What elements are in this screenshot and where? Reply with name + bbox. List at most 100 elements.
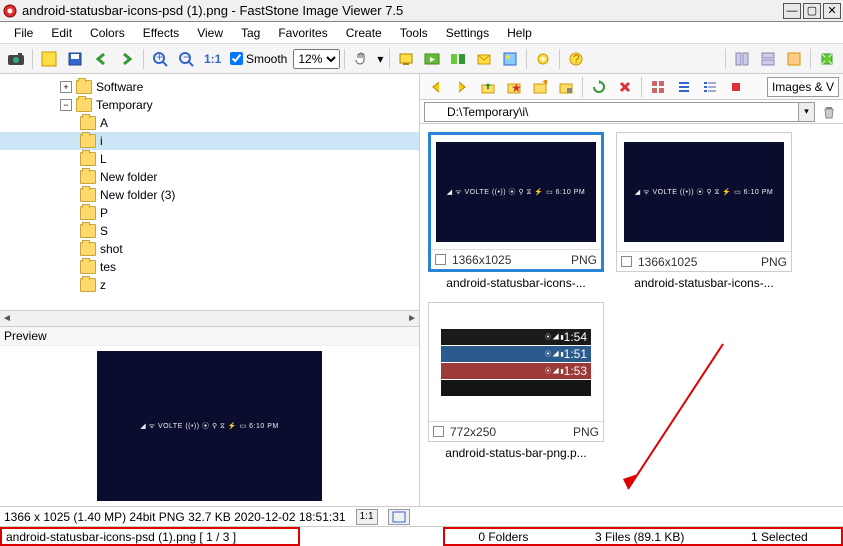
menu-edit[interactable]: Edit bbox=[43, 24, 80, 42]
menu-view[interactable]: View bbox=[189, 24, 231, 42]
file-count: 3 Files (89.1 KB) bbox=[595, 530, 684, 544]
nav-back-icon[interactable] bbox=[424, 75, 448, 99]
layout1-icon[interactable] bbox=[730, 47, 754, 71]
fit-button[interactable] bbox=[388, 509, 410, 525]
folder-icon bbox=[80, 188, 96, 202]
tree-item[interactable]: +Software bbox=[0, 78, 419, 96]
thumbnail-item[interactable]: ⦿ ◢ ▮ 1:54 ⦿ ◢ ▮ 1:51 ⦿ ◢ ▮ 1:53 772x250… bbox=[428, 302, 604, 460]
settings-icon[interactable] bbox=[531, 47, 555, 71]
tree-item[interactable]: L bbox=[0, 150, 419, 168]
zoom-ratio-button[interactable]: 1:1 bbox=[356, 509, 378, 525]
zoom-out-icon[interactable]: − bbox=[174, 47, 198, 71]
screen-icon[interactable] bbox=[394, 47, 418, 71]
minimize-button[interactable]: — bbox=[783, 3, 801, 19]
current-file-text: android-statusbar-icons-psd (1).png [ 1 … bbox=[6, 530, 236, 544]
tree-scrollbar[interactable]: ◄► bbox=[0, 310, 419, 326]
stop-icon[interactable] bbox=[724, 75, 748, 99]
collapse-icon[interactable]: − bbox=[60, 99, 72, 111]
trash-icon[interactable] bbox=[819, 102, 839, 122]
locked-folder-icon[interactable] bbox=[554, 75, 578, 99]
tree-item[interactable]: New folder (3) bbox=[0, 186, 419, 204]
tree-item[interactable]: New folder bbox=[0, 168, 419, 186]
selected-count: 1 Selected bbox=[751, 530, 808, 544]
expand-icon[interactable]: + bbox=[60, 81, 72, 93]
tree-item[interactable]: P bbox=[0, 204, 419, 222]
thumbnail-grid: ◢ ᯤ VOLTE ((•)) ⦿ ⚲ ⧖ ⚡ ▭ 6:10 PM 1366x1… bbox=[420, 124, 843, 506]
menu-favorites[interactable]: Favorites bbox=[270, 24, 335, 42]
thumbnail-item[interactable]: ◢ ᯤ VOLTE ((•)) ⦿ ⚲ ⧖ ⚡ ▭ 6:10 PM 1366x1… bbox=[616, 132, 792, 290]
preview-body[interactable]: ◢ ᯤ VOLTE ((•)) ⦿ ⚲ ⧖ ⚡ ▭ 6:10 PM bbox=[0, 346, 419, 506]
menu-settings[interactable]: Settings bbox=[438, 24, 497, 42]
close-button[interactable]: ✕ bbox=[823, 3, 841, 19]
wallpaper-icon[interactable] bbox=[498, 47, 522, 71]
zoom-in-icon[interactable]: + bbox=[148, 47, 172, 71]
menu-colors[interactable]: Colors bbox=[82, 24, 133, 42]
menu-create[interactable]: Create bbox=[338, 24, 390, 42]
forward-icon[interactable] bbox=[115, 47, 139, 71]
thumbnail-item[interactable]: ◢ ᯤ VOLTE ((•)) ⦿ ⚲ ⧖ ⚡ ▭ 6:10 PM 1366x1… bbox=[428, 132, 604, 290]
list-view-icon[interactable] bbox=[672, 75, 696, 99]
folder-icon bbox=[80, 278, 96, 292]
hand-icon[interactable] bbox=[349, 47, 373, 71]
layout2-icon[interactable] bbox=[756, 47, 780, 71]
email-icon[interactable] bbox=[472, 47, 496, 71]
folder-icon bbox=[80, 224, 96, 238]
thumbnails-view-icon[interactable] bbox=[646, 75, 670, 99]
app-icon bbox=[2, 3, 18, 19]
refresh-icon[interactable] bbox=[587, 75, 611, 99]
menu-help[interactable]: Help bbox=[499, 24, 540, 42]
help-icon[interactable]: ? bbox=[564, 47, 588, 71]
view-icon[interactable] bbox=[37, 47, 61, 71]
svg-text:1:1: 1:1 bbox=[204, 52, 221, 66]
folder-icon bbox=[80, 116, 96, 130]
tree-item-selected[interactable]: i bbox=[0, 132, 419, 150]
path-dropdown-button[interactable]: ▾ bbox=[799, 102, 815, 122]
up-folder-icon[interactable] bbox=[476, 75, 500, 99]
thumbnail-caption: android-status-bar-png.p... bbox=[445, 446, 586, 460]
compare-icon[interactable] bbox=[446, 47, 470, 71]
tree-item[interactable]: S bbox=[0, 222, 419, 240]
smooth-checkbox[interactable] bbox=[230, 52, 243, 65]
path-input[interactable] bbox=[424, 102, 799, 122]
browser-toolbar: ★ ✦ Images & V bbox=[420, 74, 843, 100]
menu-tools[interactable]: Tools bbox=[392, 24, 436, 42]
preview-content-text: ◢ ᯤ VOLTE ((•)) ⦿ ⚲ ⧖ ⚡ ▭ 6:10 PM bbox=[140, 421, 278, 431]
smooth-toggle[interactable]: Smooth bbox=[230, 52, 287, 66]
details-view-icon[interactable] bbox=[698, 75, 722, 99]
folder-count: 0 Folders bbox=[478, 530, 528, 544]
tag-checkbox[interactable] bbox=[433, 426, 444, 437]
tag-checkbox[interactable] bbox=[435, 254, 446, 265]
new-folder-icon[interactable]: ✦ bbox=[528, 75, 552, 99]
maximize-button[interactable]: ▢ bbox=[803, 3, 821, 19]
acquire-icon[interactable] bbox=[4, 47, 28, 71]
folder-tree[interactable]: +Software −Temporary A i L New folder Ne… bbox=[0, 74, 419, 310]
fullscreen-icon[interactable] bbox=[815, 47, 839, 71]
folder-icon bbox=[80, 170, 96, 184]
title-bar: android-statusbar-icons-psd (1).png - Fa… bbox=[0, 0, 843, 22]
favorite-folder-icon[interactable]: ★ bbox=[502, 75, 526, 99]
nav-forward-icon[interactable] bbox=[450, 75, 474, 99]
chevron-down-icon[interactable]: ▾ bbox=[375, 47, 385, 71]
filter-dropdown[interactable]: Images & V bbox=[767, 77, 839, 97]
actual-size-icon[interactable]: 1:1 bbox=[200, 47, 224, 71]
menu-tag[interactable]: Tag bbox=[233, 24, 268, 42]
tag-checkbox[interactable] bbox=[621, 256, 632, 267]
tree-item[interactable]: tes bbox=[0, 258, 419, 276]
main-toolbar: + − 1:1 Smooth 12% ▾ ? bbox=[0, 44, 843, 74]
smooth-label: Smooth bbox=[246, 52, 287, 66]
tree-item[interactable]: A bbox=[0, 114, 419, 132]
menu-file[interactable]: File bbox=[6, 24, 41, 42]
layout3-icon[interactable] bbox=[782, 47, 806, 71]
tree-item[interactable]: −Temporary bbox=[0, 96, 419, 114]
slideshow-icon[interactable] bbox=[420, 47, 444, 71]
status-bar-folder-info: android-statusbar-icons-psd (1).png [ 1 … bbox=[0, 526, 843, 546]
svg-text:✦: ✦ bbox=[541, 80, 547, 89]
back-icon[interactable] bbox=[89, 47, 113, 71]
delete-icon[interactable] bbox=[613, 75, 637, 99]
tree-item[interactable]: z bbox=[0, 276, 419, 294]
zoom-select[interactable]: 12% bbox=[293, 49, 340, 69]
save-icon[interactable] bbox=[63, 47, 87, 71]
menu-effects[interactable]: Effects bbox=[135, 24, 187, 42]
tree-item[interactable]: shot bbox=[0, 240, 419, 258]
status-bar-image-info: 1366 x 1025 (1.40 MP) 24bit PNG 32.7 KB … bbox=[0, 506, 843, 526]
